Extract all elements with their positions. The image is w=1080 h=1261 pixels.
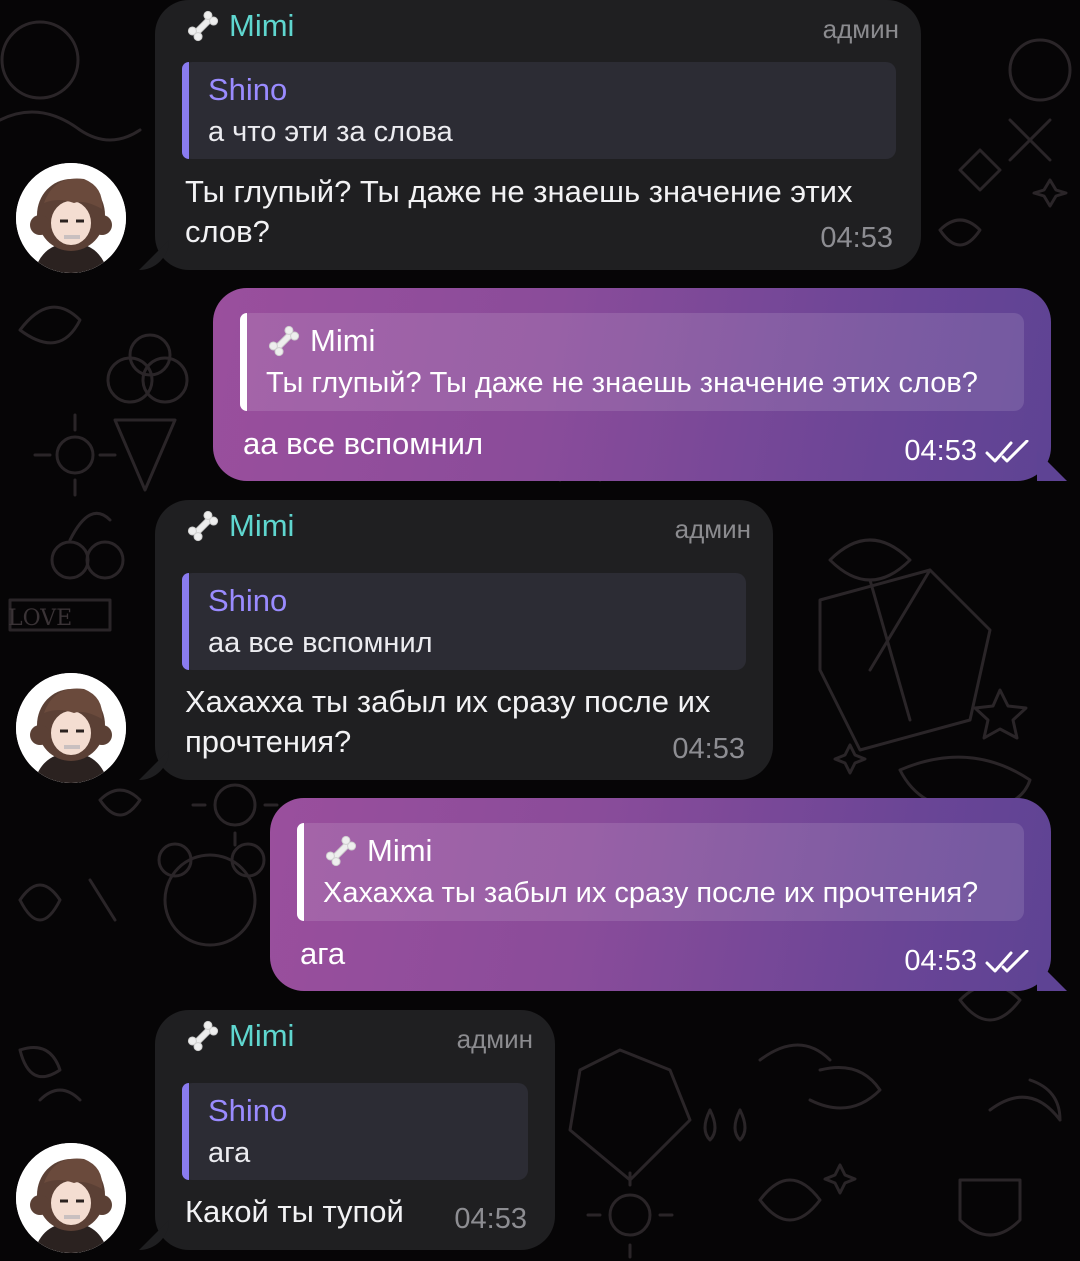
sender-label: Mimi — [229, 8, 295, 43]
reply-quote[interactable]: Shino ага — [182, 1083, 528, 1180]
double-check-icon — [985, 439, 1029, 462]
reply-author: Shino — [208, 72, 288, 107]
reply-text: ага — [208, 1137, 251, 1169]
admin-badge: админ — [456, 1024, 533, 1054]
avatar-icon — [16, 163, 126, 273]
reply-author: Shino — [208, 1093, 288, 1128]
message-time: 04:53 — [454, 1203, 527, 1235]
sender-label: Mimi — [229, 508, 295, 543]
message-text: Какой ты тупой — [185, 1194, 404, 1229]
reply-author-label: Mimi — [310, 323, 376, 358]
bone-icon — [187, 1020, 219, 1052]
reply-text: Ты глупый? Ты даже не знаешь значение эт… — [266, 367, 978, 399]
reply-text: Хахахха ты забыл их сразу после их прочт… — [323, 877, 979, 909]
message-text: Ты глупый? Ты даже не знаешь значение эт… — [185, 172, 852, 252]
admin-badge: админ — [674, 514, 751, 544]
avatar-icon — [16, 673, 126, 783]
avatar[interactable] — [16, 163, 126, 273]
message-text: ага — [300, 936, 346, 971]
reply-author: Mimi — [323, 831, 1004, 871]
sender-label: Mimi — [229, 1018, 295, 1053]
avatar[interactable] — [16, 673, 126, 783]
reply-quote[interactable]: Mimi Хахахха ты забыл их сразу после их … — [297, 823, 1024, 921]
reply-author-label: Mimi — [367, 833, 433, 868]
reply-text: аа все вспомнил — [208, 627, 433, 659]
message-bubble-outgoing[interactable]: Mimi Хахахха ты забыл их сразу после их … — [270, 798, 1051, 991]
message-text: Хахахха ты забыл их сразу после их прочт… — [185, 682, 710, 762]
message-text-line: Хахахха ты забыл их сразу после их — [185, 684, 711, 719]
bone-icon — [325, 835, 357, 867]
sender-name[interactable]: Mimi — [185, 8, 294, 44]
message-text: аа все вспомнил — [243, 426, 484, 461]
message-time: 04:53 — [904, 945, 1031, 978]
message-time-label: 04:53 — [904, 435, 977, 467]
reply-quote[interactable]: Shino аа все вспомнил — [182, 573, 746, 670]
message-text-line: слов? — [185, 214, 270, 249]
reply-text: а что эти за слова — [208, 116, 453, 148]
reply-quote[interactable]: Shino а что эти за слова — [182, 62, 896, 159]
message-text-line: прочтения? — [185, 724, 352, 759]
message-bubble-outgoing[interactable]: Mimi Ты глупый? Ты даже не знаешь значен… — [213, 288, 1051, 481]
message-bubble-incoming[interactable]: Mimi админ Shino аа все вспомнил Хахахха… — [155, 500, 773, 780]
reply-author: Mimi — [266, 321, 1004, 361]
message-time: 04:53 — [904, 435, 1031, 468]
message-time: 04:53 — [820, 222, 893, 254]
reply-author: Shino — [208, 583, 288, 618]
message-text-line: Ты глупый? Ты даже не знаешь значение эт… — [185, 174, 853, 209]
reply-quote[interactable]: Mimi Ты глупый? Ты даже не знаешь значен… — [240, 313, 1024, 411]
message-bubble-incoming[interactable]: Mimi админ Shino а что эти за слова Ты г… — [155, 0, 921, 270]
message-time: 04:53 — [672, 733, 745, 765]
avatar-icon — [16, 1143, 126, 1253]
sender-name[interactable]: Mimi — [185, 1018, 294, 1054]
message-bubble-incoming[interactable]: Mimi админ Shino ага Какой ты тупой 04:5… — [155, 1010, 555, 1250]
message-time-label: 04:53 — [904, 945, 977, 977]
avatar[interactable] — [16, 1143, 126, 1253]
bone-icon — [187, 510, 219, 542]
bone-icon — [268, 325, 300, 357]
sender-name[interactable]: Mimi — [185, 508, 294, 544]
admin-badge: админ — [822, 14, 899, 44]
bone-icon — [187, 10, 219, 42]
wallpaper-love-text: LOVE — [8, 606, 72, 631]
double-check-icon — [985, 949, 1029, 972]
